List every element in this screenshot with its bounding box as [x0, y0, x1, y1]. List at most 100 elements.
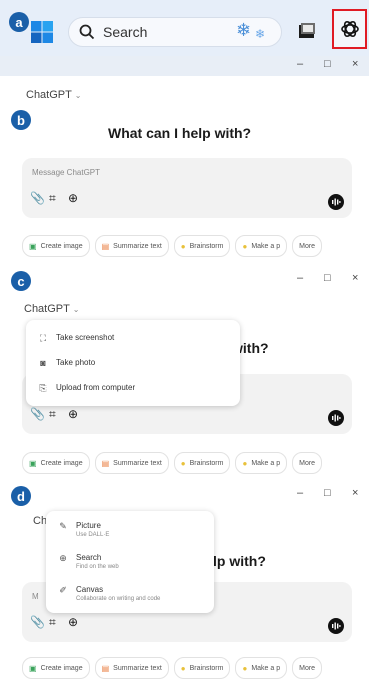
globe-icon: ⊕: [59, 553, 67, 563]
snowflake-small-icon: ❄: [255, 27, 266, 41]
windows-start-icon[interactable]: [30, 20, 54, 44]
lightbulb-icon: ●: [180, 241, 186, 251]
minimize-button[interactable]: –: [297, 272, 303, 284]
chip-summarize-text[interactable]: ▤ Summarize text: [94, 452, 169, 474]
close-button[interactable]: ×: [352, 487, 358, 499]
model-label: ChatGPT: [24, 303, 70, 315]
taskbar: Search ❄ ❄: [0, 0, 369, 56]
model-label[interactable]: Ch: [33, 515, 47, 527]
page-title: lp with?: [213, 553, 266, 569]
chip-more[interactable]: More: [292, 657, 323, 679]
document-icon: ▤: [101, 241, 110, 251]
attach-menu: ⛶ Take screenshot ◙ Take photo ⎘ Upload …: [26, 320, 240, 406]
suggestion-chips: ▣ Create image ▤ Summarize text ● Brainstor…: [22, 235, 323, 257]
maximize-button[interactable]: □: [324, 487, 331, 499]
chip-more[interactable]: More: [292, 452, 323, 474]
badge-b: b: [11, 110, 31, 130]
globe-icon[interactable]: ⊕: [68, 192, 80, 204]
chip-create-image[interactable]: ▣ Create image: [22, 657, 90, 679]
message-input[interactable]: Message ChatGPT: [32, 168, 100, 177]
chip-label: More: [299, 459, 316, 467]
lightbulb-icon: ●: [180, 663, 186, 673]
menu-sublabel: Use DALL·E: [76, 532, 110, 538]
menu-item-picture[interactable]: ✎ Picture Use DALL·E: [58, 521, 109, 538]
chip-label: More: [299, 664, 316, 672]
upload-icon: ⎘: [39, 383, 47, 393]
chip-make-a-plan[interactable]: ● Make a p: [235, 657, 288, 679]
tools-icon[interactable]: ⌗: [49, 616, 61, 628]
chip-create-image[interactable]: ▣ Create image: [22, 235, 90, 257]
app-icon[interactable]: [298, 22, 316, 40]
chip-label: Create image: [40, 242, 83, 250]
message-box[interactable]: Message ChatGPT 📎 ⌗ ⊕: [22, 158, 352, 218]
badge-c: c: [11, 271, 31, 291]
chip-brainstorm[interactable]: ● Brainstorm: [173, 657, 231, 679]
suggestion-chips: ▣ Create image ▤ Summarize text ● Brainstor…: [22, 657, 323, 679]
waveform-icon: [332, 198, 341, 206]
paperclip-icon[interactable]: 📎: [30, 192, 45, 204]
search-label: Search: [103, 24, 148, 40]
model-selector[interactable]: ChatGPT ⌄: [24, 303, 79, 315]
globe-icon[interactable]: ⊕: [68, 616, 80, 628]
tools-icon[interactable]: ⌗: [49, 192, 61, 204]
window-titlebar: [0, 270, 369, 290]
picture-icon: ✎: [59, 521, 67, 531]
menu-label: Take photo: [56, 358, 96, 367]
camera-icon: ◙: [40, 358, 46, 368]
window-titlebar: [0, 56, 369, 76]
chip-create-image[interactable]: ▣ Create image: [22, 452, 90, 474]
suggestion-chips: ▣ Create image ▤ Summarize text ● Brainstor…: [22, 452, 323, 474]
document-icon: ▤: [101, 458, 110, 468]
openai-logo-icon: [341, 20, 359, 38]
chip-more[interactable]: More: [292, 235, 323, 257]
globe-icon[interactable]: ⊕: [68, 408, 80, 420]
paperclip-icon[interactable]: 📎: [30, 616, 45, 628]
maximize-button[interactable]: □: [324, 272, 331, 284]
menu-item-search[interactable]: ⊕ Search Find on the web: [58, 553, 118, 570]
menu-item-upload[interactable]: ⎘ Upload from computer: [38, 383, 135, 394]
chip-make-a-plan[interactable]: ● Make a p: [235, 235, 288, 257]
lightbulb-icon: ●: [242, 458, 248, 468]
voice-mode-button[interactable]: [328, 194, 344, 210]
chip-summarize-text[interactable]: ▤ Summarize text: [94, 235, 169, 257]
close-button[interactable]: ×: [352, 58, 358, 70]
menu-item-canvas[interactable]: ✐ Canvas Collaborate on writing and code: [58, 585, 160, 602]
minimize-button[interactable]: –: [297, 58, 303, 70]
minimize-button[interactable]: –: [297, 487, 303, 499]
chip-label: Make a p: [251, 459, 281, 467]
menu-sublabel: Collaborate on writing and code: [76, 596, 161, 602]
chip-label: Create image: [40, 459, 83, 467]
image-icon: ▣: [29, 458, 37, 468]
canvas-icon: ✐: [59, 585, 67, 595]
maximize-button[interactable]: □: [324, 58, 331, 70]
search-icon: [79, 24, 95, 40]
lightbulb-icon: ●: [242, 663, 248, 673]
chip-label: Summarize text: [113, 664, 162, 672]
taskbar-search-box[interactable]: Search ❄ ❄: [68, 17, 282, 47]
chip-label: Make a p: [251, 242, 281, 250]
tools-icon[interactable]: ⌗: [49, 408, 61, 420]
menu-label: Canvas: [76, 585, 104, 594]
waveform-icon: [332, 622, 341, 630]
chip-label: Brainstorm: [189, 664, 224, 672]
menu-item-take-screenshot[interactable]: ⛶ Take screenshot: [38, 333, 114, 344]
menu-item-take-photo[interactable]: ◙ Take photo: [38, 358, 95, 368]
chip-summarize-text[interactable]: ▤ Summarize text: [94, 657, 169, 679]
chip-brainstorm[interactable]: ● Brainstorm: [173, 452, 231, 474]
model-selector[interactable]: ChatGPT ⌄: [26, 89, 81, 101]
screenshot-icon: ⛶: [39, 333, 47, 343]
voice-mode-button[interactable]: [328, 618, 344, 634]
badge-d: d: [11, 486, 31, 506]
menu-label: Upload from computer: [56, 383, 136, 392]
paperclip-icon[interactable]: 📎: [30, 408, 45, 420]
chip-label: Create image: [40, 664, 83, 672]
chatgpt-taskbar-button[interactable]: [332, 9, 367, 49]
badge-a: a: [9, 12, 29, 32]
message-input[interactable]: M: [32, 592, 39, 601]
voice-mode-button[interactable]: [328, 410, 344, 426]
window-titlebar: [0, 485, 369, 505]
chip-make-a-plan[interactable]: ● Make a p: [235, 452, 288, 474]
menu-label: Picture: [76, 521, 101, 530]
chip-brainstorm[interactable]: ● Brainstorm: [173, 235, 231, 257]
close-button[interactable]: ×: [352, 272, 358, 284]
